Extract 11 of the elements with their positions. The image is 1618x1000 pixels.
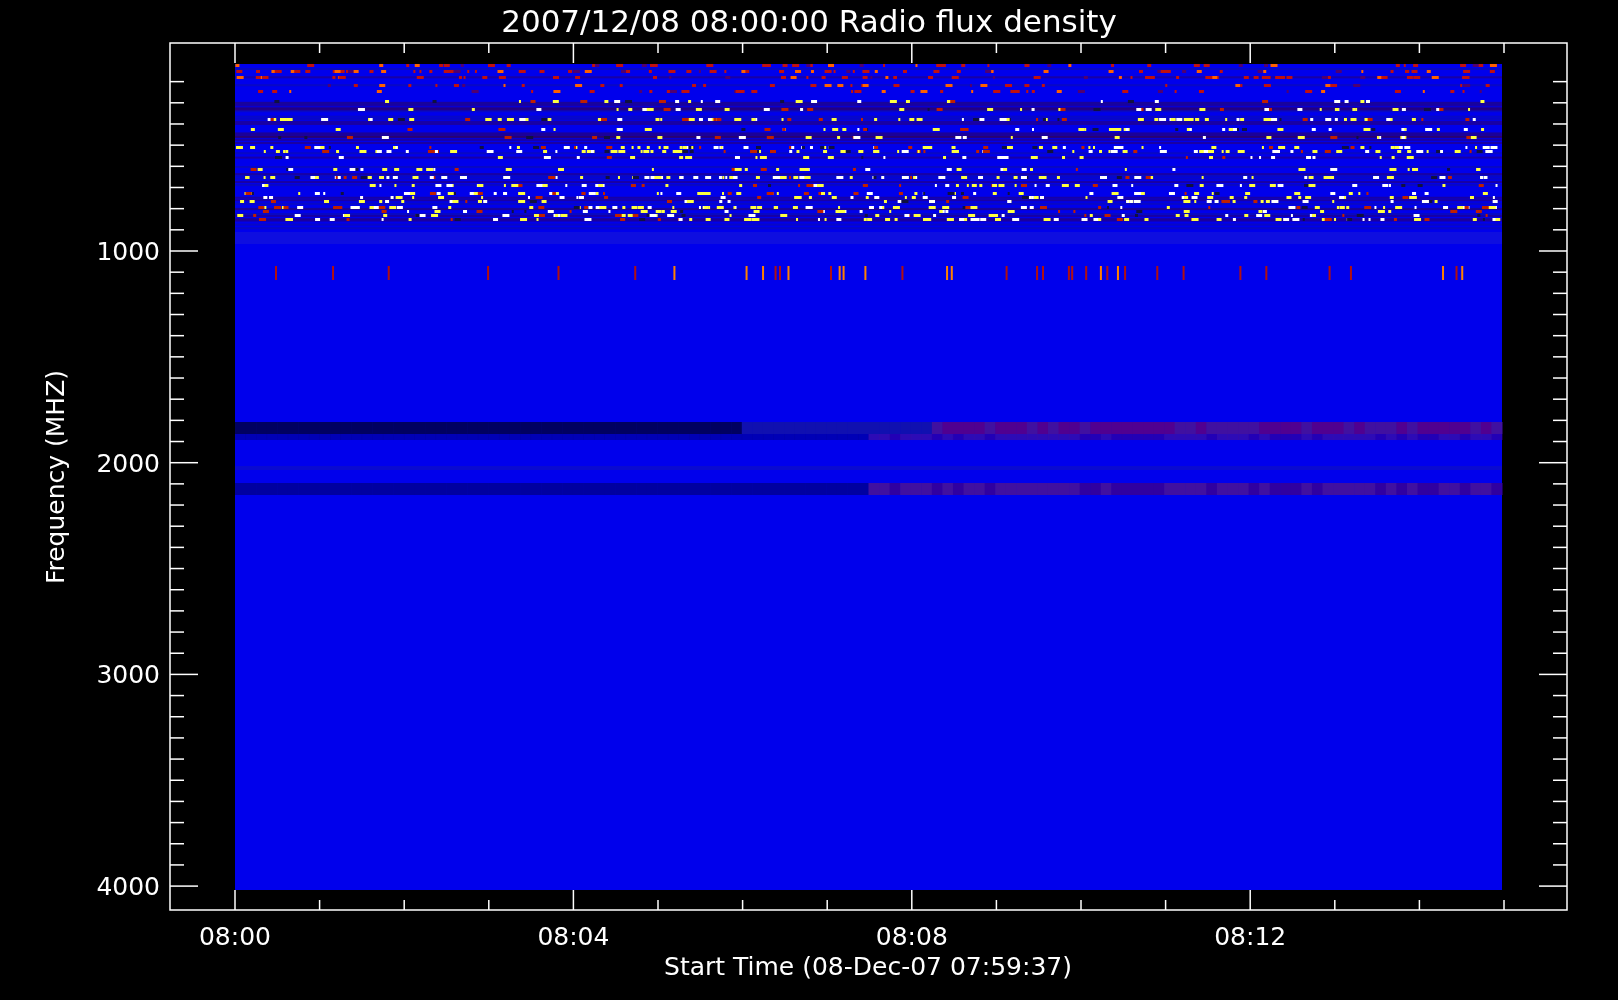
y-tick-label: 1000 [96, 237, 160, 266]
plot-title: 2007/12/08 08:00:00 Radio flux density [501, 3, 1117, 39]
x-axis-label: Start Time (08-Dec-07 07:59:37) [664, 952, 1072, 981]
x-tick-label: 08:12 [1214, 922, 1287, 951]
x-tick-label: 08:08 [875, 922, 948, 951]
y-tick-label: 2000 [96, 448, 160, 478]
y-axis-label: Frequency (MHZ) [41, 369, 70, 585]
y-tick-label: 4000 [96, 872, 160, 902]
x-tick-label: 08:00 [199, 922, 271, 951]
y-tick-label: 3000 [96, 660, 160, 690]
x-tick-label: 08:04 [537, 922, 610, 951]
